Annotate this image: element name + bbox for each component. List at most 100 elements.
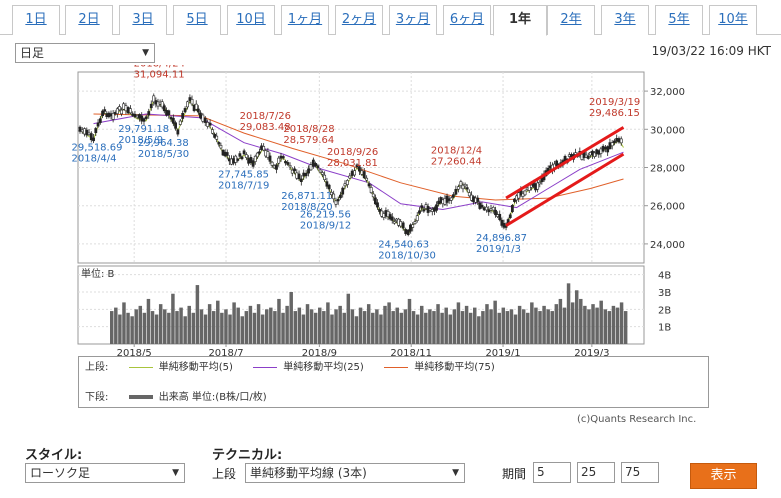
volume-bar <box>199 309 204 344</box>
candle-body <box>348 175 352 179</box>
candle-body <box>142 118 146 122</box>
candle-body <box>135 115 139 118</box>
tab-11[interactable]: 2年 <box>547 5 595 35</box>
candle-body <box>270 161 274 166</box>
legend-ma25: 単純移動平均(25) <box>250 361 364 375</box>
tab-5[interactable]: 10日 <box>227 5 275 35</box>
volume-bar <box>623 311 628 344</box>
tab-12[interactable]: 3年 <box>601 5 649 35</box>
volume-bar <box>485 304 489 344</box>
tab-8[interactable]: 3ヶ月 <box>389 5 437 35</box>
candle-body <box>149 103 153 109</box>
candle-body <box>365 177 369 181</box>
period-input-3[interactable]: 75 <box>621 462 659 483</box>
volume-bar <box>456 302 461 344</box>
candle-body <box>275 164 278 170</box>
chevron-down-icon: ▼ <box>452 468 459 478</box>
annotation-value: 26,871.11 <box>281 191 332 202</box>
annotation-value: 28,579.64 <box>283 135 334 146</box>
annotation-date: 2019/3/19 <box>589 97 640 108</box>
annotation-value: 28,031.81 <box>327 158 378 169</box>
price-y-tick-label: 30,000 <box>650 125 685 136</box>
interval-select[interactable]: 日足 ▼ <box>15 43 155 63</box>
tab-7[interactable]: 2ヶ月 <box>335 5 383 35</box>
candle-body <box>406 229 410 235</box>
candle-body <box>89 133 93 141</box>
candle-body <box>96 122 100 127</box>
candle-body <box>362 171 366 179</box>
tab-4[interactable]: 5日 <box>173 5 221 35</box>
candle-body <box>369 187 373 193</box>
volume-bar <box>313 312 318 344</box>
candle-body <box>435 204 438 211</box>
period-input-1[interactable]: 5 <box>533 462 571 483</box>
candle-body <box>98 118 102 123</box>
candle-body <box>183 108 187 113</box>
candle-body <box>78 126 82 132</box>
volume-bar <box>118 314 122 344</box>
price-y-tick-label: 24,000 <box>650 240 685 251</box>
volume-bar <box>207 304 212 344</box>
annotation-value: 26,219.56 <box>300 210 351 221</box>
volume-bar <box>501 307 506 344</box>
tab-10[interactable]: 1年 <box>493 5 547 36</box>
volume-bar <box>326 302 330 344</box>
volume-y-tick-label: 3B <box>658 288 671 299</box>
candle-body <box>176 129 180 135</box>
ma75-swatch <box>384 366 409 368</box>
tab-13[interactable]: 5年 <box>655 5 703 35</box>
ma5-swatch <box>128 366 153 368</box>
candle-body <box>480 204 484 208</box>
tab-2[interactable]: 2日 <box>65 5 113 35</box>
volume-bar <box>285 305 289 344</box>
tab-1[interactable]: 1日 <box>12 5 60 35</box>
volume-bar <box>228 314 232 344</box>
chevron-down-icon: ▼ <box>172 468 179 478</box>
style-select[interactable]: ローソク足 ▼ <box>25 463 185 483</box>
period-input-2[interactable]: 25 <box>577 462 615 483</box>
volume-bar <box>607 311 612 344</box>
candle-body <box>413 221 417 225</box>
volume-bar <box>146 298 151 344</box>
candle-body <box>217 142 221 145</box>
volume-bar <box>452 309 457 344</box>
candle-body <box>619 138 623 144</box>
volume-y-tick-label: 4B <box>658 271 671 282</box>
volume-bar <box>477 316 481 344</box>
volume-bar <box>379 314 383 344</box>
candle-body <box>120 109 123 115</box>
tab-3[interactable]: 3日 <box>119 5 167 35</box>
tab-6[interactable]: 1ヶ月 <box>281 5 329 35</box>
volume-bar <box>493 300 497 344</box>
volume-bar <box>513 314 518 344</box>
volume-bar <box>440 312 444 344</box>
volume-y-tick-label: 2B <box>658 305 671 316</box>
volume-bar <box>566 283 571 344</box>
volume-bar <box>391 311 395 344</box>
candle-body <box>196 108 200 113</box>
candle-body <box>122 103 126 110</box>
candle-body <box>498 213 502 221</box>
candle-body <box>311 159 315 167</box>
volume-bar <box>583 305 587 344</box>
volume-bar <box>619 302 624 344</box>
volume-bar <box>403 309 408 344</box>
candle-body <box>219 145 223 149</box>
volume-bar <box>297 307 302 344</box>
annotation-value: 27,260.44 <box>431 157 482 168</box>
tab-9[interactable]: 6ヶ月 <box>443 5 491 35</box>
candle-body <box>411 224 415 228</box>
volume-bar <box>211 311 216 344</box>
candle-body <box>284 161 287 164</box>
candle-body <box>371 193 375 198</box>
volume-bar <box>534 307 538 344</box>
tab-14[interactable]: 10年 <box>709 5 757 35</box>
candle-body <box>615 138 619 142</box>
technical-select[interactable]: 単純移動平均線 (3本) ▼ <box>245 463 465 483</box>
submit-button[interactable]: 表示 <box>690 463 757 489</box>
candle-body <box>174 122 177 129</box>
volume-bar <box>550 311 554 344</box>
timestamp: 19/03/22 16:09 HKT <box>651 44 771 58</box>
candle-body <box>401 222 405 229</box>
volume-bar <box>220 312 224 344</box>
